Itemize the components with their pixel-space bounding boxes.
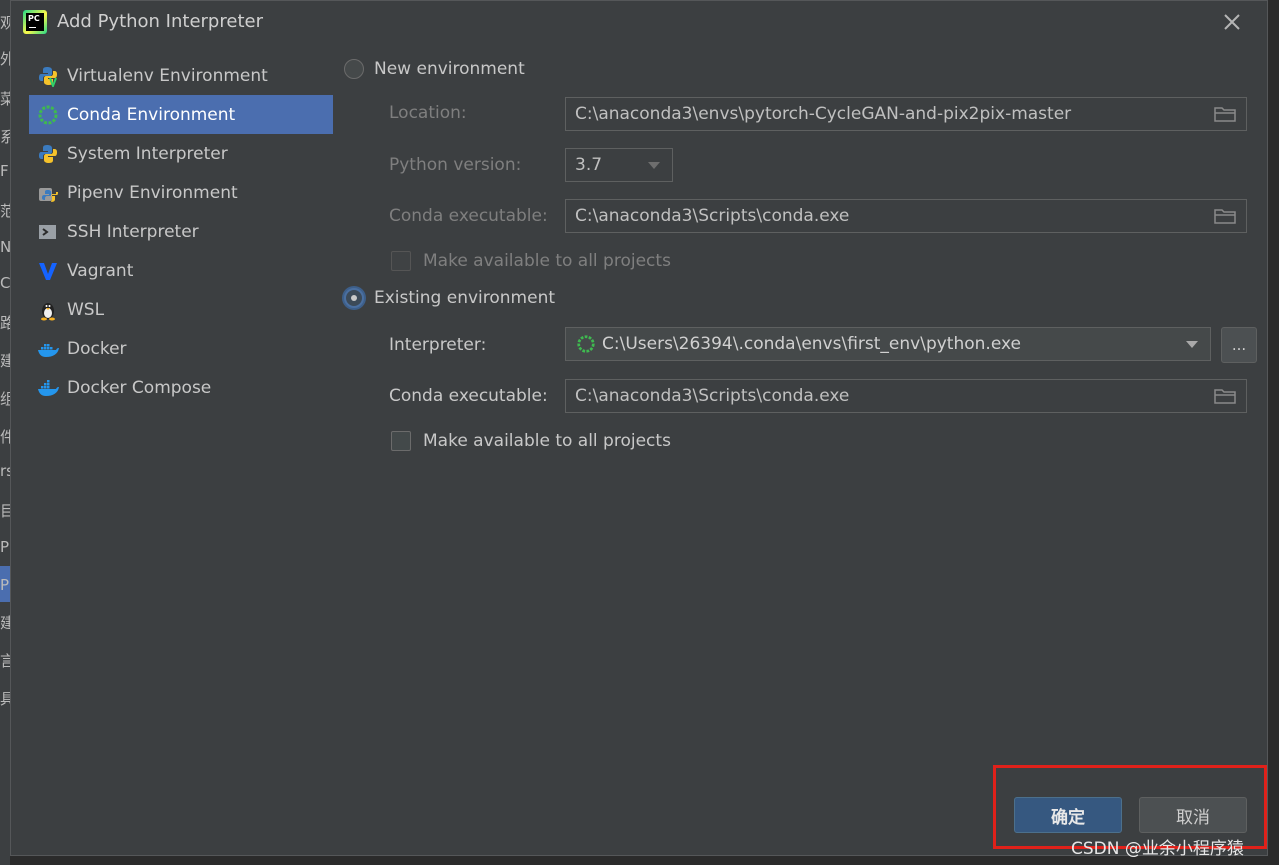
folder-icon[interactable] [1212, 104, 1238, 124]
interpreter-select[interactable]: C:\Users\26394\.conda\envs\first_env\pyt… [565, 327, 1211, 361]
python-version-select[interactable]: 3.7 [565, 148, 673, 182]
python-version-label: Python version: [389, 155, 522, 175]
new-environment-radio[interactable]: New environment [344, 59, 525, 79]
sidebar-item-virtualenv[interactable]: Virtualenv Environment [29, 56, 333, 95]
existing-conda-executable-field[interactable]: C:\anaconda3\Scripts\conda.exe [565, 379, 1247, 413]
location-field[interactable]: C:\anaconda3\envs\pytorch-CycleGAN-and-p… [565, 97, 1247, 131]
sidebar-item-label: Docker Compose [67, 377, 212, 398]
folder-icon[interactable] [1212, 206, 1238, 226]
docker-icon [37, 338, 59, 360]
add-python-interpreter-dialog: PC Add Python Interpreter Virtualenv Env… [10, 0, 1268, 856]
ssh-terminal-icon [37, 221, 59, 243]
existing-environment-radio[interactable]: Existing environment [344, 288, 555, 308]
sidebar-item-label: System Interpreter [67, 143, 228, 164]
sidebar-item-vagrant[interactable]: Vagrant [29, 251, 333, 290]
interpreter-type-list: Virtualenv Environment Conda Environment… [29, 56, 333, 407]
watermark-text: CSDN @业余小程序猿 [1071, 839, 1244, 859]
checkbox-unchecked[interactable] [391, 251, 411, 271]
sidebar-item-conda[interactable]: Conda Environment [29, 95, 333, 134]
sidebar-item-docker-compose[interactable]: Docker Compose [29, 368, 333, 407]
location-label: Location: [389, 103, 467, 123]
new-conda-executable-field[interactable]: C:\anaconda3\Scripts\conda.exe [565, 199, 1247, 233]
sidebar-item-label: Pipenv Environment [67, 182, 238, 203]
vagrant-icon [37, 260, 59, 282]
sidebar-item-docker[interactable]: Docker [29, 329, 333, 368]
linux-penguin-icon [37, 299, 59, 321]
sidebar-item-label: SSH Interpreter [67, 221, 199, 242]
new-conda-executable-label: Conda executable: [389, 206, 548, 226]
pipenv-icon [37, 182, 59, 204]
conda-icon [576, 334, 596, 354]
sidebar-item-pipenv[interactable]: Pipenv Environment [29, 173, 333, 212]
existing-make-available-checkbox[interactable]: Make available to all projects [391, 431, 671, 451]
checkbox-unchecked[interactable] [391, 431, 411, 451]
chevron-down-icon [648, 161, 660, 169]
pycharm-logo-icon: PC [23, 10, 47, 34]
radio-unchecked[interactable] [344, 59, 364, 79]
sidebar-item-label: Docker [67, 338, 127, 359]
docker-compose-icon [37, 377, 59, 399]
existing-conda-executable-label: Conda executable: [389, 386, 548, 406]
python-virtualenv-icon [37, 65, 59, 87]
sidebar-item-label: Vagrant [67, 260, 134, 281]
sidebar-item-label: Virtualenv Environment [67, 65, 268, 86]
new-make-available-checkbox[interactable]: Make available to all projects [391, 251, 671, 271]
sidebar-item-label: Conda Environment [67, 104, 236, 125]
folder-icon[interactable] [1212, 386, 1238, 406]
radio-checked[interactable] [344, 288, 364, 308]
conda-icon [37, 104, 59, 126]
dialog-title: Add Python Interpreter [57, 11, 263, 32]
close-icon[interactable] [1221, 11, 1243, 33]
sidebar-item-label: WSL [67, 299, 105, 320]
chevron-down-icon [1186, 340, 1198, 348]
sidebar-item-ssh[interactable]: SSH Interpreter [29, 212, 333, 251]
browse-interpreter-button[interactable]: ... [1221, 327, 1257, 363]
sidebar-item-wsl[interactable]: WSL [29, 290, 333, 329]
python-icon [37, 143, 59, 165]
interpreter-label: Interpreter: [389, 335, 487, 355]
sidebar-item-system-interpreter[interactable]: System Interpreter [29, 134, 333, 173]
